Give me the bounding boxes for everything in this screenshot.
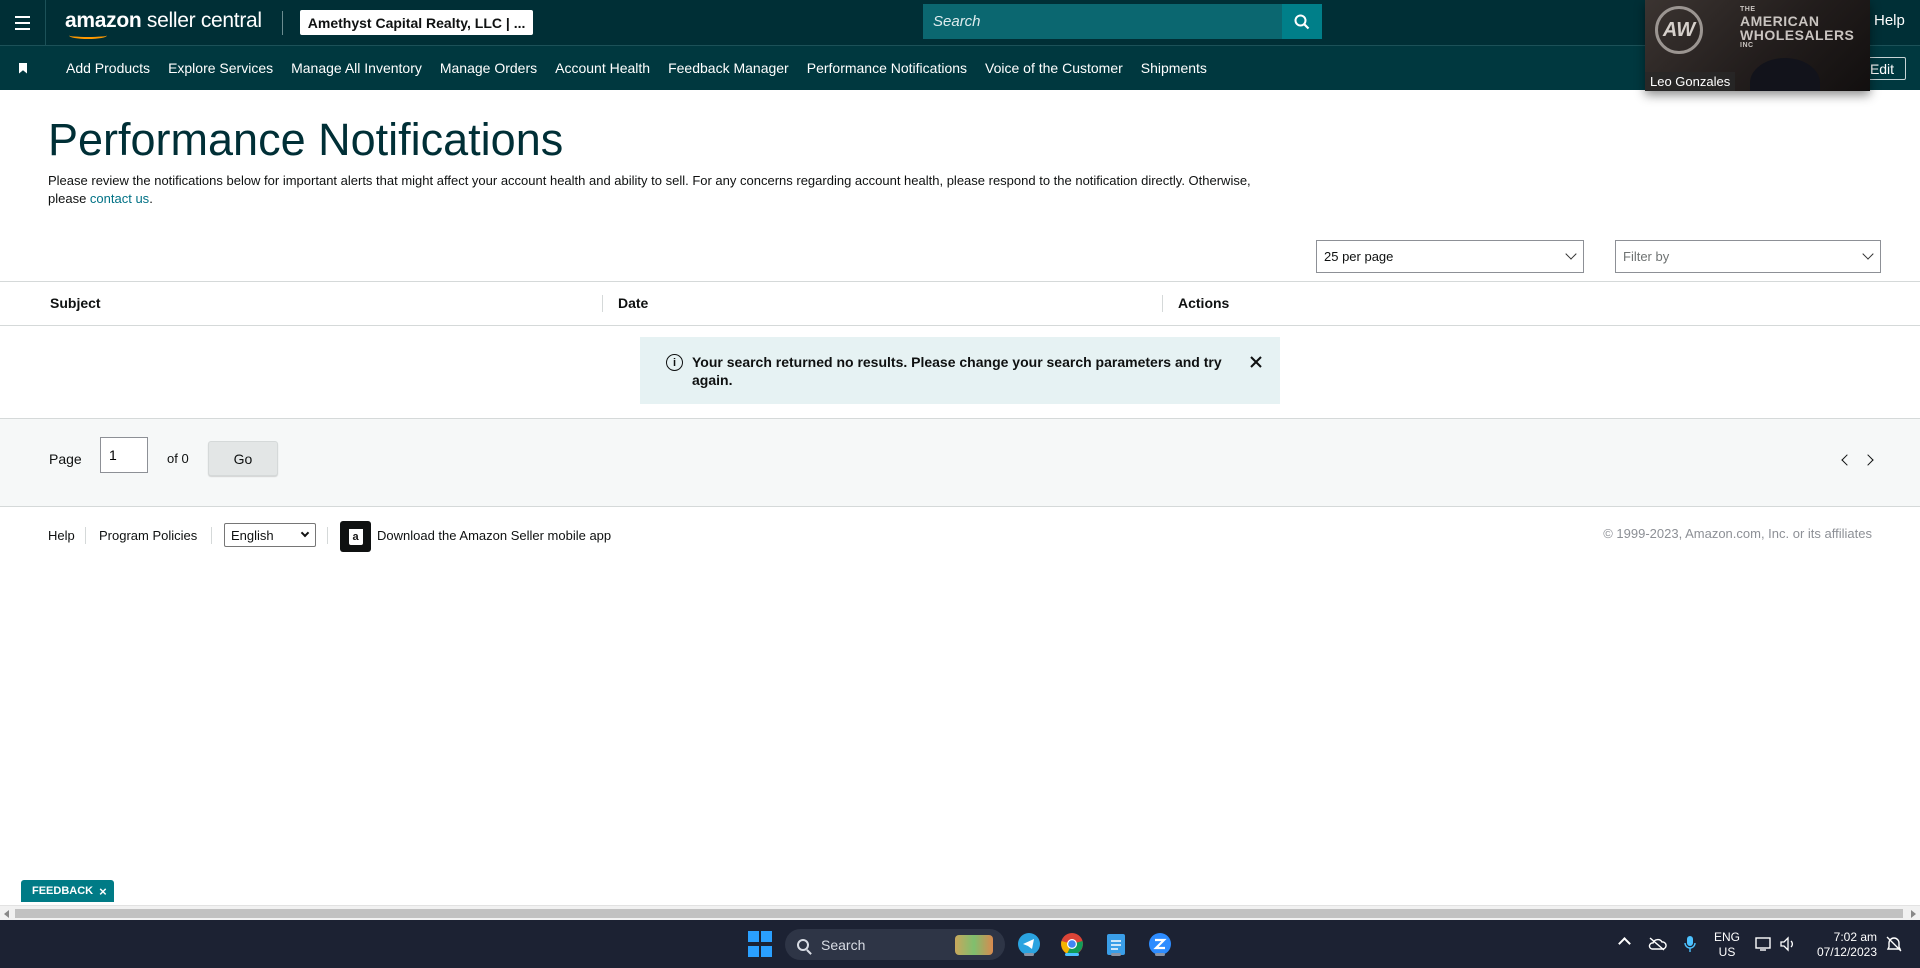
close-icon[interactable] xyxy=(1247,353,1265,371)
footer-divider xyxy=(85,527,86,544)
program-policies-link[interactable]: Program Policies xyxy=(99,528,197,543)
chevron-left-icon[interactable] xyxy=(1841,454,1853,466)
nav-performance-notifications[interactable]: Performance Notifications xyxy=(807,60,967,76)
logo-text-bold: amazon xyxy=(65,8,142,32)
page-footer: Help Program Policies English a Download… xyxy=(0,507,1920,567)
help-link[interactable]: Help xyxy=(1874,12,1905,29)
nav-shipments[interactable]: Shipments xyxy=(1141,60,1207,76)
table-body: i Your search returned no results. Pleas… xyxy=(0,326,1920,419)
page-description: Please review the notifications below fo… xyxy=(48,173,1251,206)
system-clock[interactable]: 7:02 am 07/12/2023 xyxy=(1813,930,1877,960)
chevron-down-icon xyxy=(1565,248,1577,260)
horizontal-scrollbar[interactable] xyxy=(0,905,1920,920)
search-button[interactable] xyxy=(1282,4,1322,39)
table-header: Subject Date Actions xyxy=(0,282,1920,326)
search-highlight-icon xyxy=(955,935,993,955)
nav-feedback-manager[interactable]: Feedback Manager xyxy=(668,60,789,76)
per-page-select[interactable]: 25 per page xyxy=(1316,240,1584,273)
search-icon xyxy=(797,938,809,951)
scrollbar-thumb[interactable] xyxy=(15,909,1903,918)
page-title: Performance Notifications xyxy=(48,114,564,165)
windows-start-icon[interactable] xyxy=(746,930,774,958)
bookmark-nav: Add Products Explore Services Manage All… xyxy=(0,45,1920,90)
menu-icon[interactable] xyxy=(0,0,46,45)
feedback-tab[interactable]: FEEDBACK × xyxy=(21,880,114,902)
company-logo-icon: AW xyxy=(1655,6,1703,54)
top-header: amazon seller central Amethyst Capital R… xyxy=(0,0,1920,45)
chevron-down-icon xyxy=(1862,248,1874,260)
nav-account-health[interactable]: Account Health xyxy=(555,60,650,76)
video-call-overlay[interactable]: AW THE AMERICAN WHOLESALERS INC Leo Gonz… xyxy=(1645,0,1870,91)
global-search xyxy=(923,4,1322,39)
no-results-alert: i Your search returned no results. Pleas… xyxy=(640,337,1280,404)
nav-voice-of-the-customer[interactable]: Voice of the Customer xyxy=(985,60,1123,76)
seller-app-icon[interactable]: a xyxy=(340,521,371,552)
chevron-down-icon xyxy=(300,528,310,538)
page-label: Page xyxy=(49,451,82,467)
go-button[interactable]: Go xyxy=(208,441,278,476)
footer-divider xyxy=(211,527,212,544)
onedrive-icon[interactable] xyxy=(1643,930,1671,958)
nav-explore-services[interactable]: Explore Services xyxy=(168,60,273,76)
copyright: © 1999-2023, Amazon.com, Inc. or its aff… xyxy=(1603,526,1872,541)
footer-divider xyxy=(327,527,328,544)
bookmark-icon[interactable] xyxy=(0,46,46,90)
column-divider xyxy=(602,295,603,312)
page-number-input[interactable] xyxy=(100,437,148,473)
nav-items: Add Products Explore Services Manage All… xyxy=(66,60,1225,76)
notifications-table: Subject Date Actions i Your search retur… xyxy=(0,281,1920,419)
zoom-icon[interactable] xyxy=(1146,930,1174,958)
header-divider xyxy=(281,10,283,35)
column-actions: Actions xyxy=(1178,295,1230,311)
chevron-right-icon[interactable] xyxy=(1862,454,1874,466)
telegram-icon[interactable] xyxy=(1015,930,1043,958)
chrome-icon[interactable] xyxy=(1058,930,1086,958)
no-results-message: Your search returned no results. Please … xyxy=(692,354,1222,388)
participant-name: Leo Gonzales xyxy=(1645,72,1736,91)
logo-text-rest: seller central xyxy=(141,8,262,32)
close-icon[interactable]: × xyxy=(99,884,107,899)
scroll-left-icon[interactable] xyxy=(4,910,9,918)
nav-manage-all-inventory[interactable]: Manage All Inventory xyxy=(291,60,422,76)
nav-manage-orders[interactable]: Manage Orders xyxy=(440,60,537,76)
volume-icon[interactable] xyxy=(1774,930,1802,958)
language-select[interactable]: English xyxy=(224,523,316,547)
chevron-up-icon[interactable] xyxy=(1618,937,1631,950)
taskbar-search[interactable]: Search xyxy=(785,929,1005,960)
input-language-indicator[interactable]: ENG US xyxy=(1714,930,1740,960)
info-icon: i xyxy=(666,354,683,371)
search-input[interactable] xyxy=(923,4,1283,39)
microphone-icon[interactable] xyxy=(1676,930,1704,958)
smile-icon xyxy=(69,32,107,39)
column-divider xyxy=(1162,295,1163,312)
page-total: of 0 xyxy=(167,451,189,466)
nav-add-products[interactable]: Add Products xyxy=(66,60,150,76)
company-brand: THE AMERICAN WHOLESALERS INC xyxy=(1740,6,1855,49)
scroll-right-icon[interactable] xyxy=(1911,910,1916,918)
seller-central-logo[interactable]: amazon seller central xyxy=(65,8,262,39)
pagination: Page of 0 Go xyxy=(0,419,1920,507)
column-subject[interactable]: Subject xyxy=(50,295,101,311)
notification-bell-icon[interactable] xyxy=(1880,930,1908,958)
search-icon xyxy=(1294,14,1310,29)
participant-video xyxy=(1750,58,1820,91)
footer-help-link[interactable]: Help xyxy=(48,528,75,543)
download-app-link[interactable]: Download the Amazon Seller mobile app xyxy=(377,528,611,543)
filter-by-select[interactable]: Filter by xyxy=(1615,240,1881,273)
notepad-icon[interactable] xyxy=(1102,930,1130,958)
contact-us-link[interactable]: contact us xyxy=(90,191,149,206)
column-date[interactable]: Date xyxy=(618,295,648,311)
windows-taskbar: Search ENG US 7:02 am 07/12/2023 xyxy=(0,920,1920,968)
account-switcher[interactable]: Amethyst Capital Realty, LLC | ... xyxy=(299,10,534,35)
